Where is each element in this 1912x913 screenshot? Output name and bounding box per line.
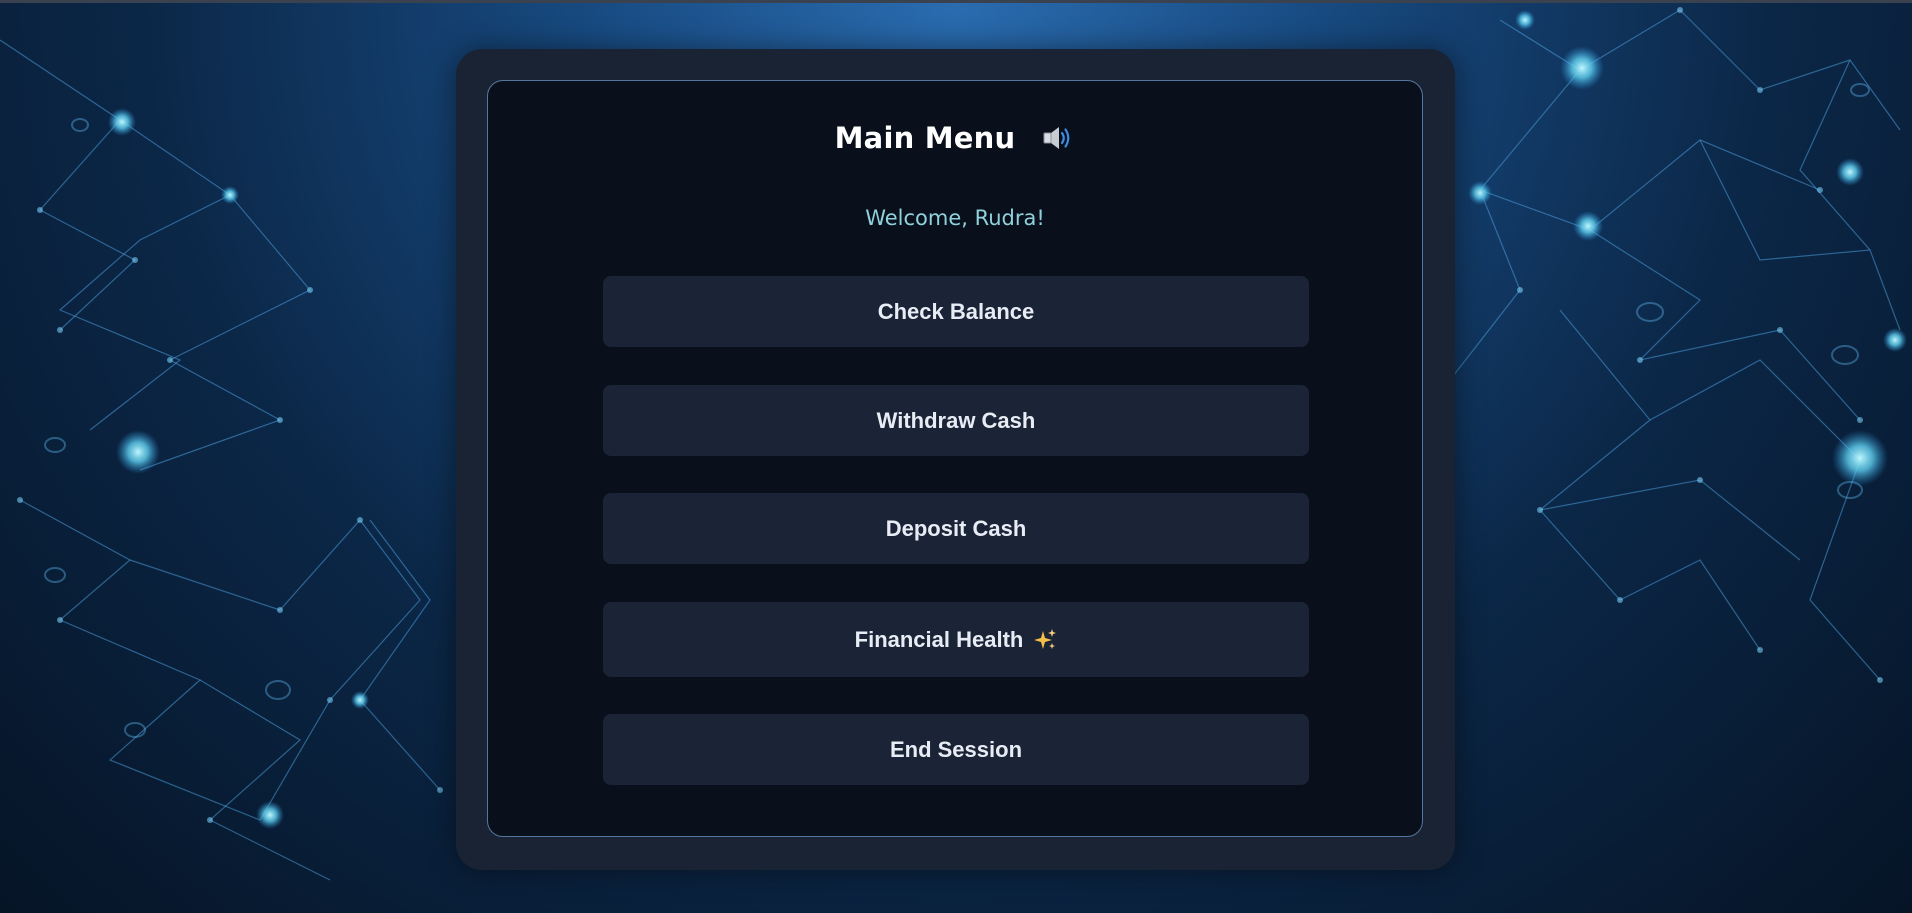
welcome-message: Welcome, Rudra! (865, 206, 1045, 230)
menu-header: Main Menu (487, 112, 1423, 164)
button-label: End Session (889, 736, 1023, 762)
button-label: Deposit Cash (885, 515, 1027, 541)
page-title: Main Menu (834, 121, 1016, 155)
withdraw-cash-button[interactable]: Withdraw Cash (603, 385, 1309, 456)
button-label: Check Balance (877, 298, 1035, 324)
button-label: Financial Health (854, 626, 1024, 652)
sparkles-icon (1033, 628, 1057, 652)
check-balance-button[interactable]: Check Balance (603, 276, 1309, 347)
deposit-cash-button[interactable]: Deposit Cash (603, 493, 1309, 564)
end-session-button[interactable]: End Session (603, 714, 1309, 785)
speaker-volume-icon[interactable] (1041, 122, 1075, 154)
button-label: Withdraw Cash (876, 407, 1036, 433)
financial-health-button[interactable]: Financial Health (603, 602, 1309, 677)
